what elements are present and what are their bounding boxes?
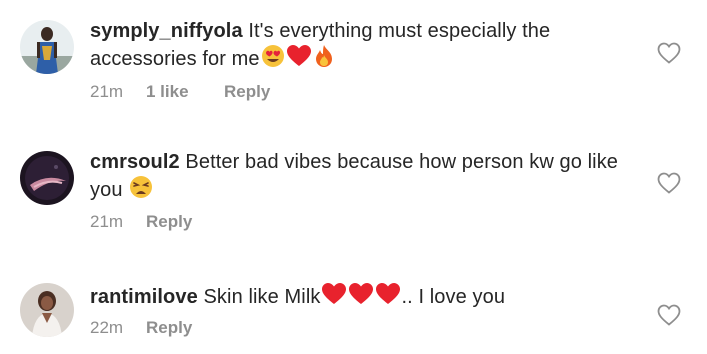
reply-button[interactable]: Reply [224, 82, 270, 102]
comment-like-count[interactable]: 1 like [146, 82, 224, 102]
comment-username[interactable]: symply_niffyola [90, 20, 243, 42]
reply-button[interactable]: Reply [146, 212, 192, 232]
red-heart-emoji [375, 282, 401, 313]
heart-outline-icon [657, 42, 681, 64]
comment-body: cmrsoul2 Better bad vibes because how pe… [90, 150, 630, 206]
comment-username[interactable]: rantimilove [90, 286, 198, 308]
heart-outline-icon [657, 304, 681, 326]
comment-meta: 22m Reply [90, 318, 192, 338]
avatar[interactable] [20, 283, 74, 337]
weary-face-emoji [129, 175, 153, 206]
comment-username[interactable]: cmrsoul2 [90, 151, 180, 173]
heart-outline-icon [657, 172, 681, 194]
comment-meta: 21m 1 like Reply [90, 82, 270, 102]
like-button[interactable] [657, 172, 681, 194]
avatar[interactable] [20, 20, 74, 74]
comment-body: rantimilove Skin like Milk .. I love you [90, 282, 630, 313]
like-button[interactable] [657, 304, 681, 326]
like-button[interactable] [657, 42, 681, 64]
reply-button[interactable]: Reply [146, 318, 192, 338]
avatar[interactable] [20, 151, 74, 205]
comment-body: symply_niffyola It's everything must esp… [90, 19, 630, 75]
comment-timestamp: 21m [90, 82, 124, 101]
comment-timestamp: 22m [90, 318, 124, 337]
comment-meta: 21m Reply [90, 212, 192, 232]
heart-eyes-emoji [261, 44, 285, 75]
comment-text: Skin like Milk [203, 286, 321, 308]
red-heart-emoji [286, 44, 312, 75]
red-heart-emoji [348, 282, 374, 313]
comment-timestamp: 21m [90, 212, 124, 231]
comment-text: .. I love you [401, 286, 506, 308]
fire-emoji [313, 44, 335, 75]
red-heart-emoji [321, 282, 347, 313]
